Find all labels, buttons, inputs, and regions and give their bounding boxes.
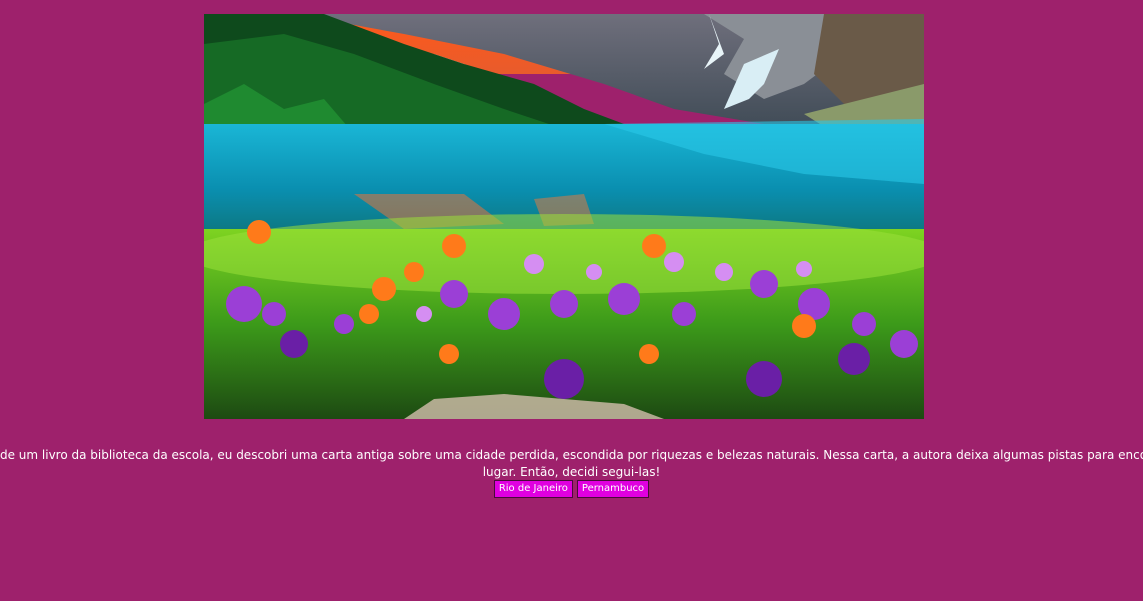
- story-text: Dentro de um livro da biblioteca da esco…: [0, 448, 1143, 479]
- choice-buttons: Rio de Janeiro Pernambuco: [0, 480, 1143, 498]
- landscape-image: [204, 14, 924, 419]
- pernambuco-button[interactable]: Pernambuco: [576, 480, 650, 498]
- page: Dentro de um livro da biblioteca da esco…: [0, 0, 1143, 601]
- rio-de-janeiro-button[interactable]: Rio de Janeiro: [493, 480, 573, 498]
